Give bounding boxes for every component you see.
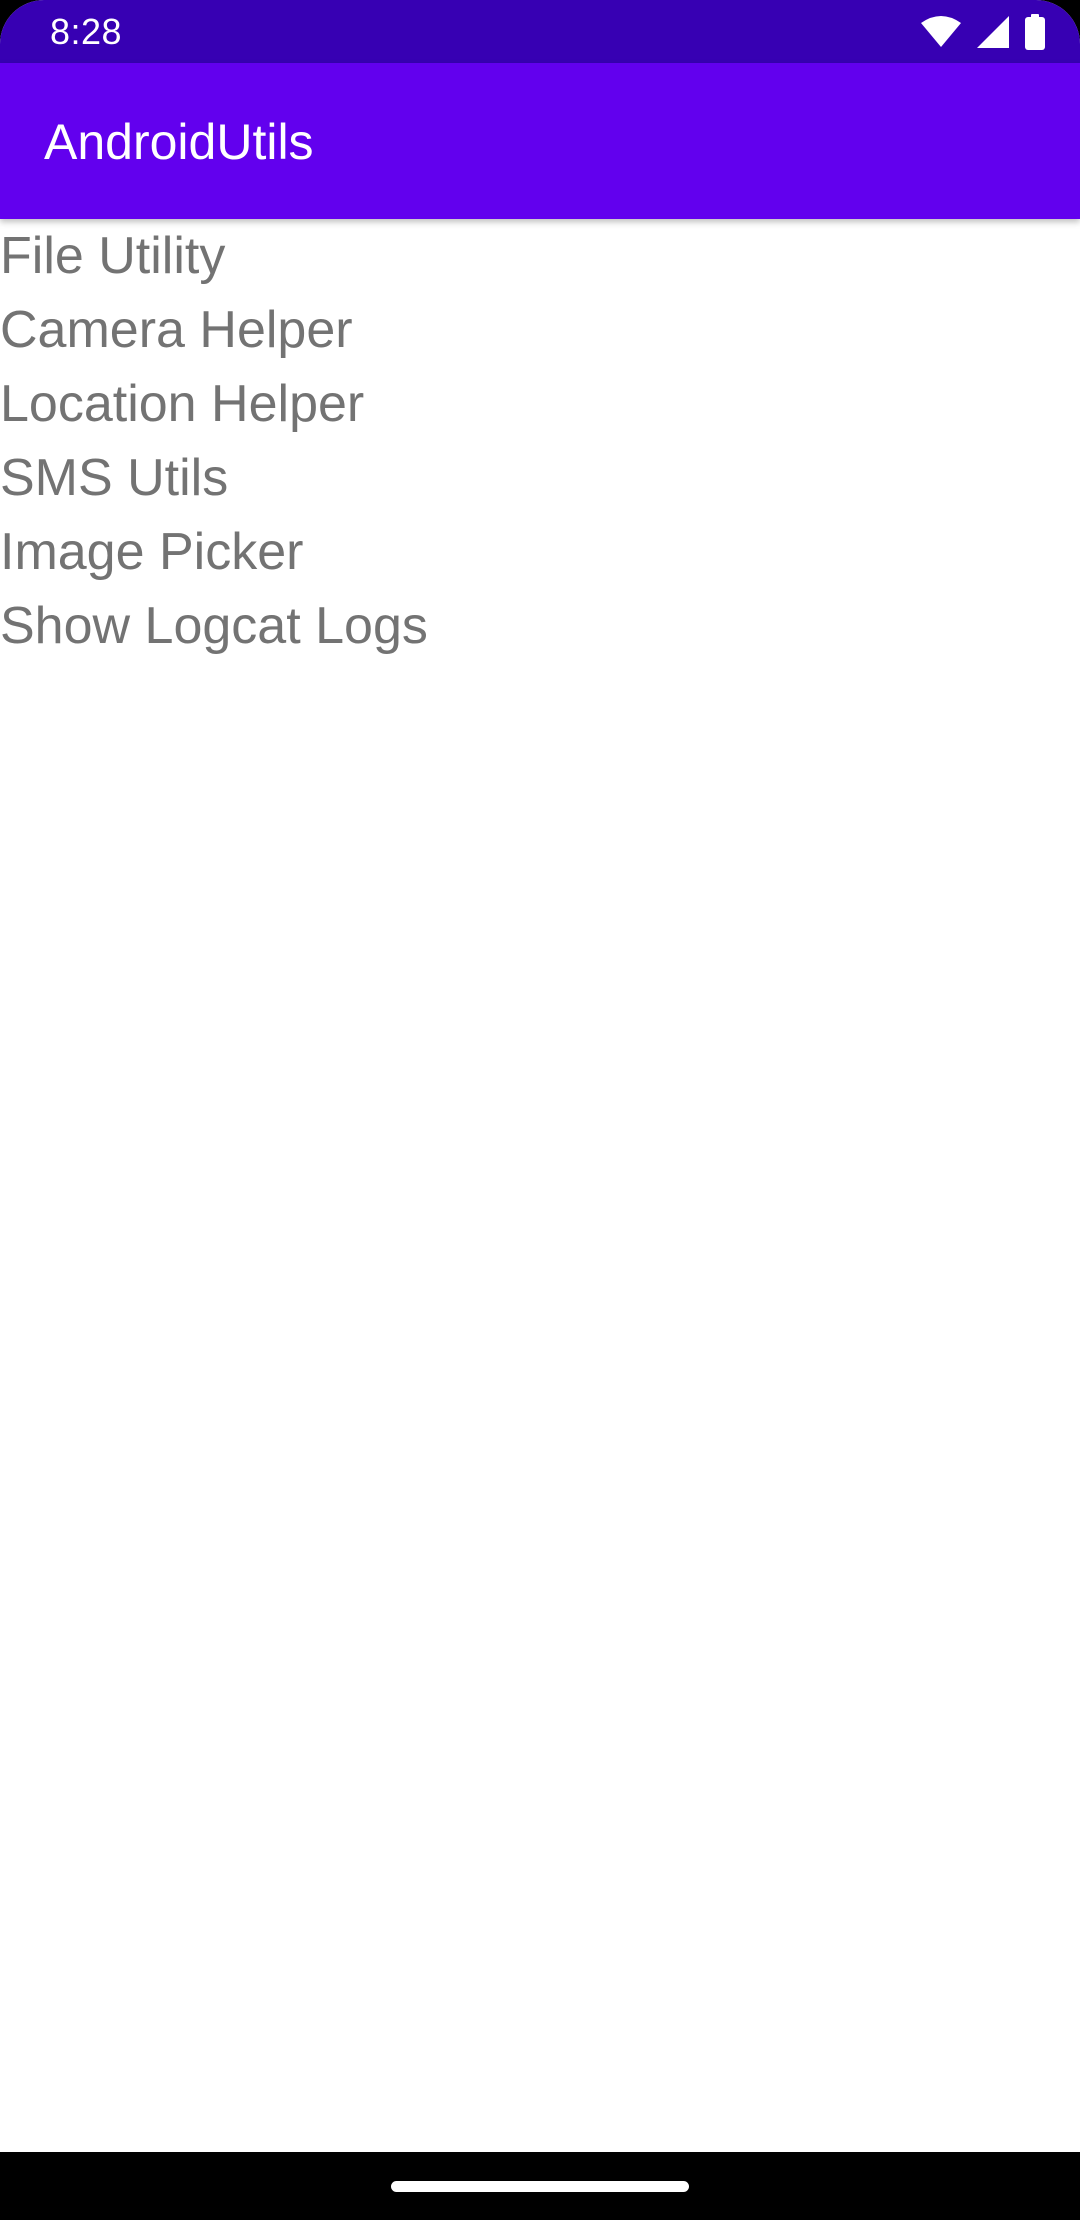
- menu-item-camera-helper[interactable]: Camera Helper: [0, 293, 1080, 367]
- menu-item-file-utility[interactable]: File Utility: [0, 219, 1080, 293]
- main-content: File Utility Camera Helper Location Help…: [0, 219, 1080, 2152]
- status-icons: [920, 14, 1046, 50]
- app-title: AndroidUtils: [44, 114, 314, 170]
- status-time: 8:28: [50, 11, 123, 52]
- menu-item-image-picker[interactable]: Image Picker: [0, 515, 1080, 589]
- navigation-bar: [0, 2152, 1080, 2220]
- menu-item-show-logcat-logs[interactable]: Show Logcat Logs: [0, 589, 1080, 663]
- home-handle[interactable]: [391, 2181, 689, 2192]
- app-screen: 8:28 AndroidUtils File Utility Camera He…: [0, 0, 1080, 2220]
- cellular-signal-icon: [976, 15, 1010, 49]
- wifi-icon: [920, 15, 962, 49]
- utility-menu-list: File Utility Camera Helper Location Help…: [0, 219, 1080, 663]
- menu-item-sms-utils[interactable]: SMS Utils: [0, 441, 1080, 515]
- app-bar: AndroidUtils: [0, 63, 1080, 219]
- menu-item-location-helper[interactable]: Location Helper: [0, 367, 1080, 441]
- battery-icon: [1024, 14, 1046, 50]
- status-bar: 8:28: [0, 0, 1080, 63]
